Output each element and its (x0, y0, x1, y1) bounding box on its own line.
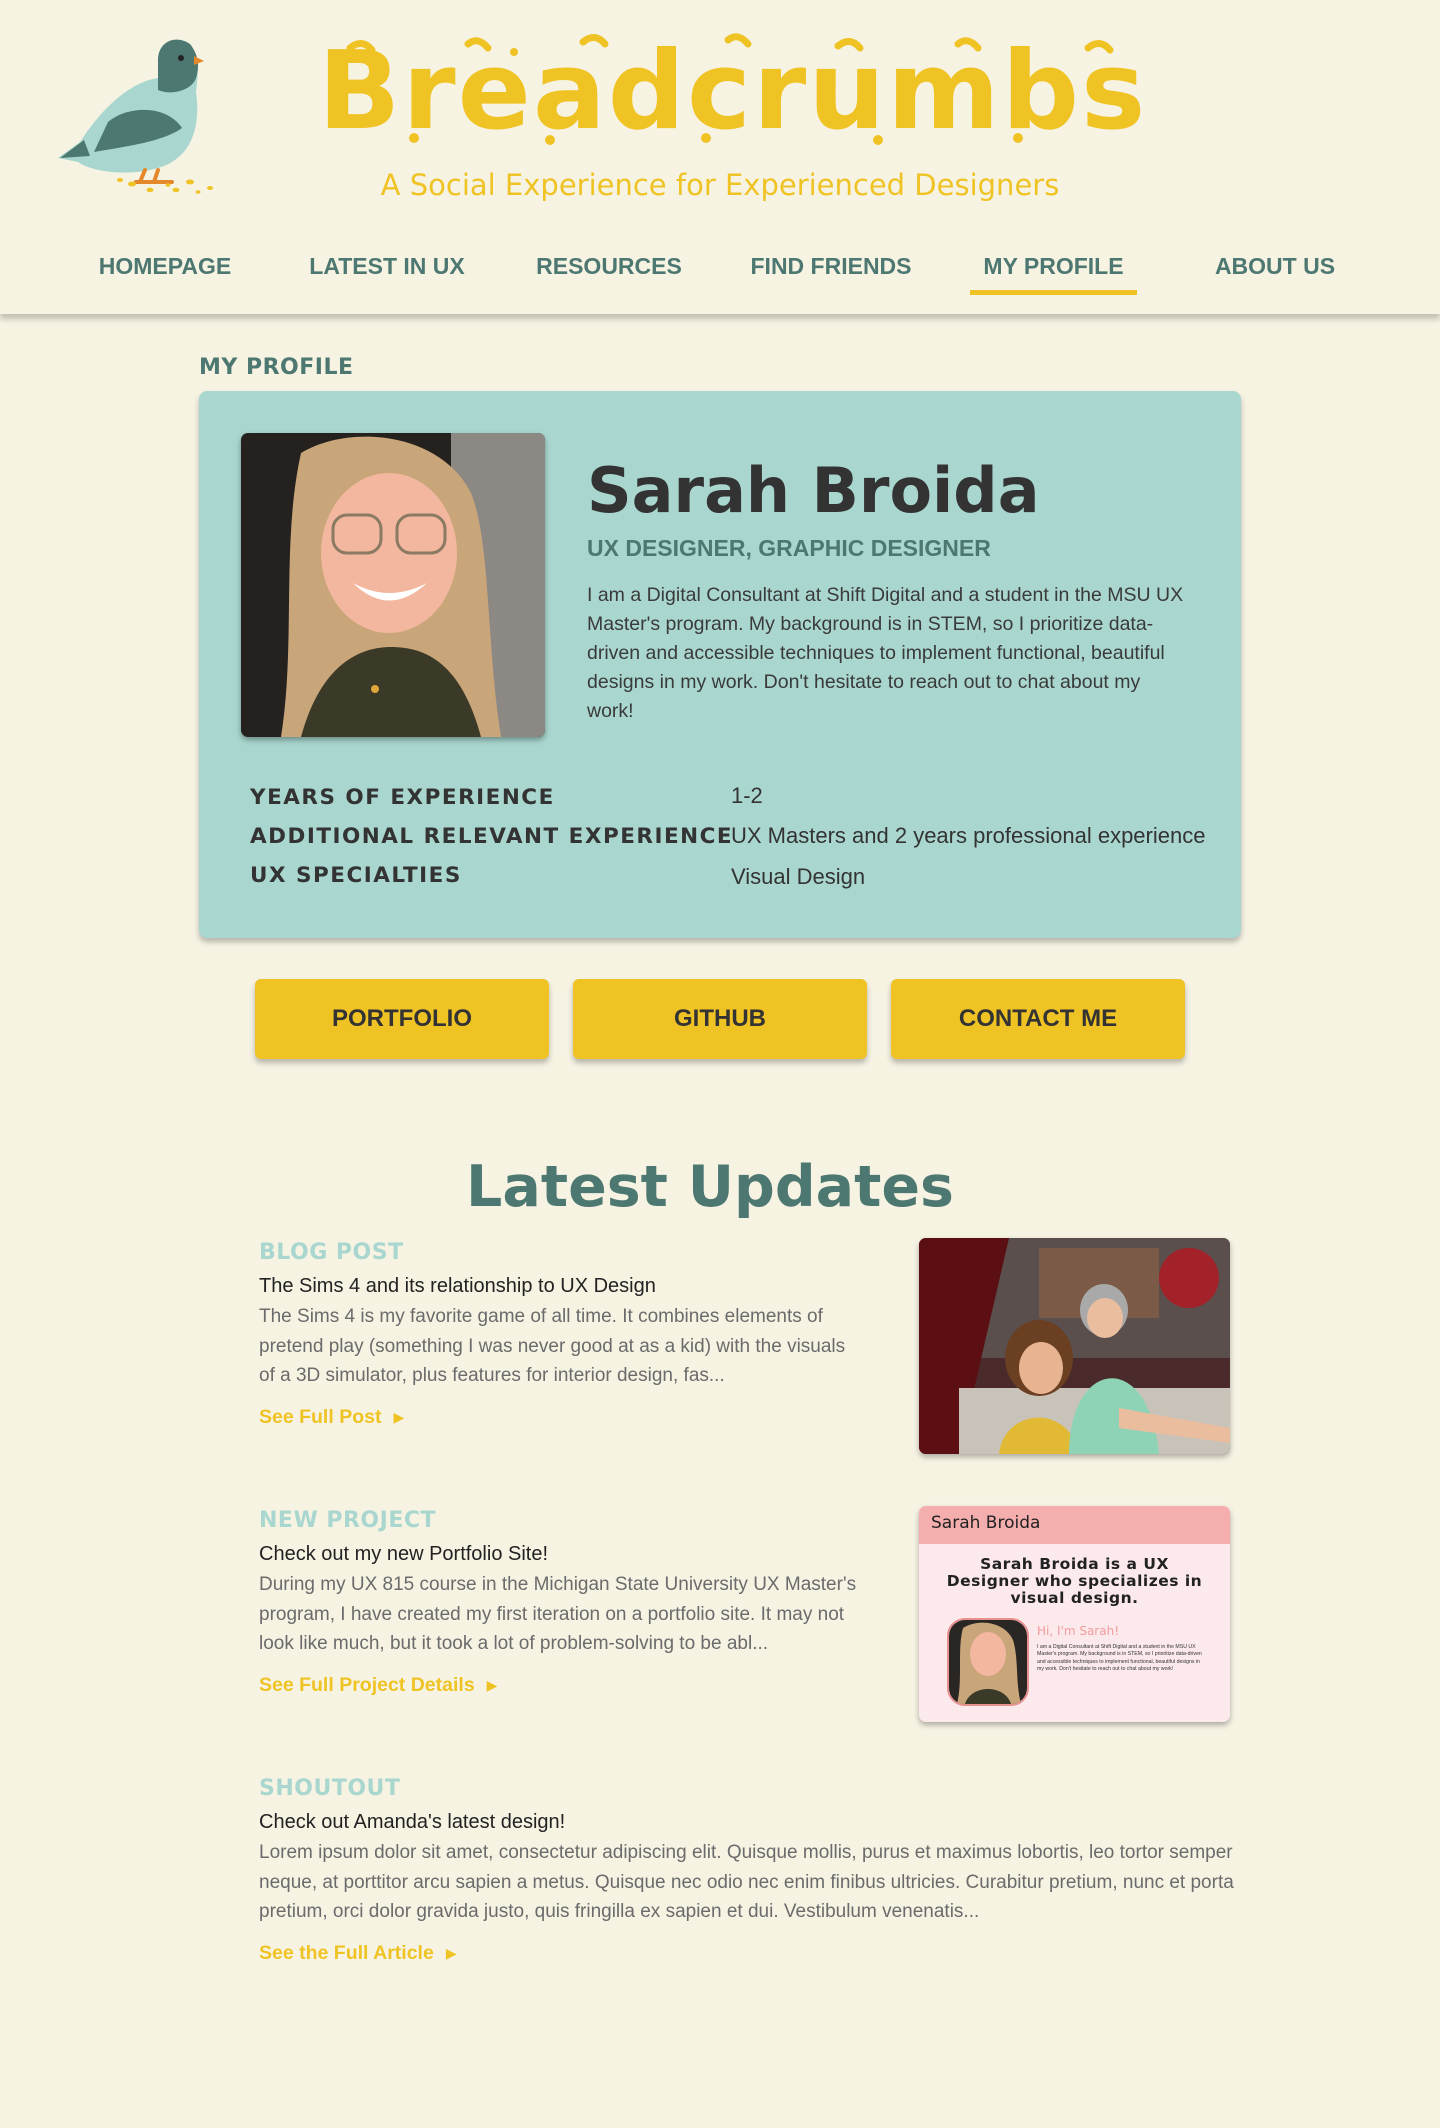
link-label: See Full Post (259, 1406, 382, 1428)
github-button[interactable]: GITHUB (573, 979, 867, 1059)
nav-item-find-friends[interactable]: FIND FRIENDS (743, 246, 919, 290)
portfolio-button[interactable]: PORTFOLIO (255, 979, 549, 1059)
detail-value-additional: UX Masters and 2 years professional expe… (731, 823, 1206, 848)
profile-card: Sarah Broida UX DESIGNER, GRAPHIC DESIGN… (199, 391, 1241, 938)
portfolio-site-preview[interactable]: Sarah Broida Sarah Broida is a UX Design… (919, 1506, 1230, 1722)
update-category: SHOUTOUT (259, 1776, 401, 1801)
update-excerpt: Lorem ipsum dolor sit amet, consectetur … (259, 1842, 1234, 1922)
update-item: BLOG POST The Sims 4 and its relationshi… (259, 1238, 1239, 1468)
nav-item-about-us[interactable]: ABOUT US (1205, 246, 1345, 290)
see-full-project-details-link[interactable]: See Full Project Details ▶ (259, 1670, 497, 1700)
profile-name: Sarah Broida (587, 454, 1040, 527)
detail-label-specialties: UX SPECIALTIES (250, 863, 462, 888)
update-title: Check out Amanda's latest design! (259, 1811, 566, 1833)
detail-value-years: 1-2 (731, 783, 763, 808)
nav-item-homepage[interactable]: HOMEPAGE (93, 246, 237, 290)
profile-bio: I am a Digital Consultant at Shift Digit… (587, 584, 1184, 722)
update-category: NEW PROJECT (259, 1508, 436, 1533)
detail-value-specialties: Visual Design (731, 864, 866, 889)
detail-label-years: YEARS OF EXPERIENCE (250, 785, 555, 810)
preview-body: I am a Digital Consultant at Shift Digit… (1037, 1644, 1202, 1673)
profile-roles: UX DESIGNER, GRAPHIC DESIGNER (587, 535, 991, 561)
preview-header: Sarah Broida (919, 1506, 1230, 1544)
preview-avatar (947, 1618, 1029, 1706)
detail-label-additional: ADDITIONAL RELEVANT EXPERIENCE (250, 824, 734, 849)
update-item: NEW PROJECT Check out my new Portfolio S… (259, 1506, 1239, 1736)
update-item: SHOUTOUT Check out Amanda's latest desig… (259, 1774, 1239, 2004)
update-category: BLOG POST (259, 1240, 404, 1265)
play-arrow-icon: ▶ (486, 1677, 498, 1693)
update-title: The Sims 4 and its relationship to UX De… (259, 1275, 656, 1297)
nav-item-my-profile[interactable]: MY PROFILE (970, 246, 1137, 295)
nav-item-resources[interactable]: RESOURCES (532, 246, 686, 290)
contact-me-button[interactable]: CONTACT ME (891, 979, 1185, 1059)
see-full-post-link[interactable]: See Full Post ▶ (259, 1402, 404, 1432)
update-excerpt: The Sims 4 is my favorite game of all ti… (259, 1306, 846, 1386)
update-excerpt: During my UX 815 course in the Michigan … (259, 1574, 857, 1654)
link-label: See the Full Article (259, 1942, 434, 1964)
brand-tagline: A Social Experience for Experienced Desi… (380, 168, 1060, 202)
site-header: Breadcrumbs A Social Experience for Expe… (0, 0, 1440, 314)
nav-item-latest-in-ux[interactable]: LATEST IN UX (303, 246, 471, 290)
brand-title[interactable]: Breadcrumbs (318, 22, 1145, 162)
update-title: Check out my new Portfolio Site! (259, 1543, 549, 1565)
main-nav: HOMEPAGE LATEST IN UX RESOURCES FIND FRI… (0, 246, 1440, 296)
latest-updates-heading: Latest Updates (466, 1154, 954, 1220)
profile-avatar (241, 433, 545, 737)
play-arrow-icon: ▶ (445, 1945, 457, 1961)
section-label-my-profile: MY PROFILE (199, 355, 354, 380)
pigeon-icon[interactable] (50, 30, 240, 195)
link-label: See Full Project Details (259, 1674, 475, 1696)
see-full-article-link[interactable]: See the Full Article ▶ (259, 1938, 457, 1968)
play-arrow-icon: ▶ (393, 1409, 405, 1425)
preview-headline: Sarah Broida is a UX Designer who specia… (946, 1555, 1203, 1607)
preview-greeting: Hi, I'm Sarah! (1037, 1624, 1120, 1638)
blog-post-thumbnail[interactable] (919, 1238, 1230, 1454)
